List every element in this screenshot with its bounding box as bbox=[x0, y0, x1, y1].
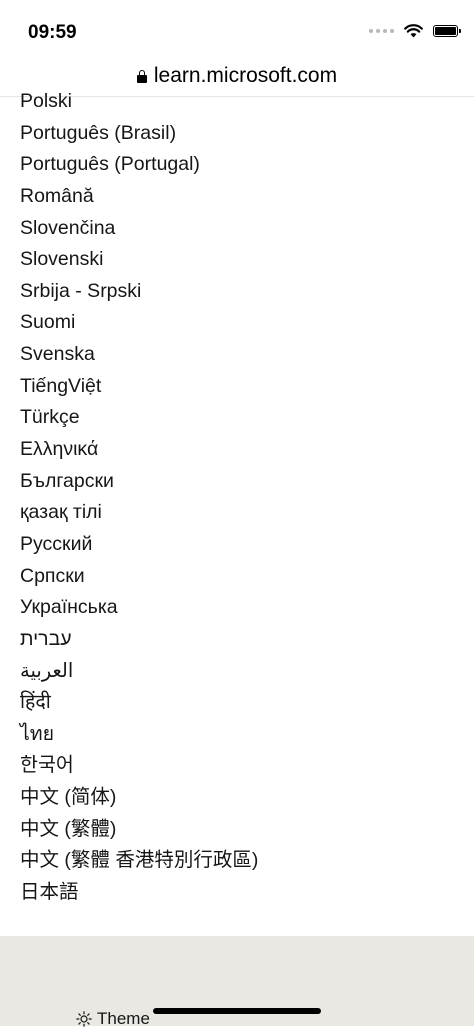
language-link[interactable]: Русский bbox=[0, 529, 474, 561]
language-link[interactable]: Srbija - Srpski bbox=[0, 276, 474, 308]
language-link[interactable]: 中文 (繁體 香港特別行政區) bbox=[0, 845, 474, 877]
theme-button[interactable]: Theme bbox=[76, 1009, 150, 1029]
language-link[interactable]: 中文 (繁體) bbox=[0, 814, 474, 846]
language-link[interactable]: TiếngViệt bbox=[0, 371, 474, 403]
battery-icon bbox=[433, 25, 461, 37]
lock-icon bbox=[136, 69, 147, 83]
language-link[interactable]: 中文 (简体) bbox=[0, 782, 474, 814]
status-icons bbox=[369, 24, 461, 38]
status-bar: 09:59 bbox=[0, 0, 474, 58]
language-link[interactable]: עברית bbox=[0, 624, 474, 656]
language-link[interactable]: العربية bbox=[0, 656, 474, 688]
sun-icon bbox=[76, 1011, 92, 1027]
wifi-icon bbox=[404, 24, 423, 38]
language-link[interactable]: Polski bbox=[0, 86, 474, 118]
theme-label: Theme bbox=[97, 1009, 150, 1028]
status-time: 09:59 bbox=[28, 22, 77, 43]
language-link[interactable]: 日本語 bbox=[0, 877, 474, 909]
language-link[interactable]: हिंदी bbox=[0, 687, 474, 719]
language-link[interactable]: Português (Brasil) bbox=[0, 118, 474, 150]
language-link[interactable]: Українська bbox=[0, 592, 474, 624]
language-link[interactable]: ไทย bbox=[0, 719, 474, 751]
language-link[interactable]: Slovenski bbox=[0, 244, 474, 276]
language-link[interactable]: Română bbox=[0, 181, 474, 213]
cellular-signal-icon bbox=[369, 29, 394, 33]
language-link[interactable]: Slovenčina bbox=[0, 213, 474, 245]
language-link[interactable]: қазақ тілі bbox=[0, 497, 474, 529]
language-link[interactable]: Suomi bbox=[0, 307, 474, 339]
language-link[interactable]: Português (Portugal) bbox=[0, 149, 474, 181]
url-display[interactable]: learn.microsoft.com bbox=[136, 64, 338, 88]
home-indicator[interactable] bbox=[153, 1008, 321, 1014]
language-link[interactable]: Српски bbox=[0, 561, 474, 593]
url-text: learn.microsoft.com bbox=[153, 64, 338, 87]
language-link[interactable]: Ελληνικά bbox=[0, 434, 474, 466]
language-link[interactable]: 한국어 bbox=[0, 750, 474, 782]
language-link[interactable]: Български bbox=[0, 466, 474, 498]
language-link[interactable]: Türkçe bbox=[0, 402, 474, 434]
language-link[interactable]: Svenska bbox=[0, 339, 474, 371]
language-list: Polski Português (Brasil) Português (Por… bbox=[0, 86, 474, 909]
